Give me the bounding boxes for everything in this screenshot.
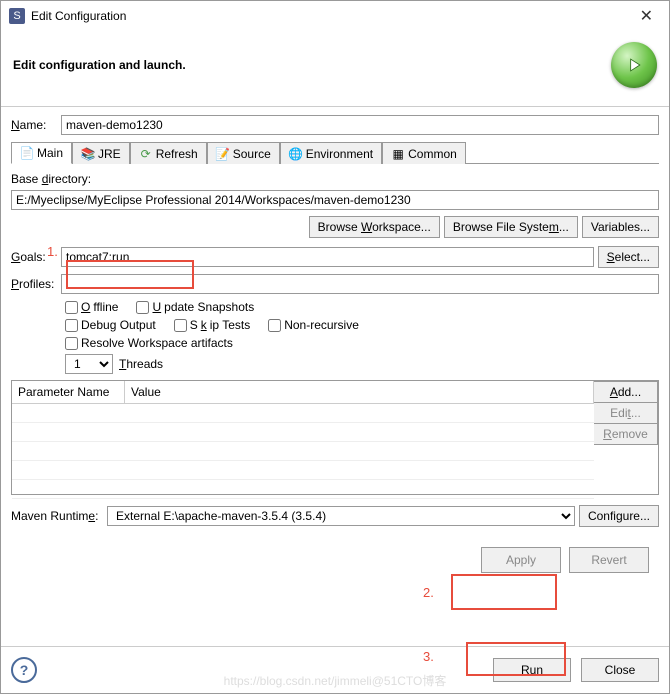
tab-main[interactable]: 📄Main [11, 142, 72, 164]
tab-environment[interactable]: 🌐Environment [280, 142, 382, 164]
tabs: 📄Main 📚JRE ⟳Refresh 📝Source 🌐Environment… [11, 141, 659, 164]
runtime-label: Maven Runtime: [11, 509, 107, 523]
jre-icon: 📚 [81, 147, 95, 161]
annotation-1: 1. [47, 244, 58, 259]
basedir-input[interactable] [11, 190, 659, 210]
refresh-icon: ⟳ [139, 147, 153, 161]
params-table: Parameter Name Value Add... Edit... Remo… [11, 380, 659, 495]
tab-refresh[interactable]: ⟳Refresh [130, 142, 207, 164]
debug-output-checkbox[interactable]: Debug Output [65, 318, 156, 332]
titlebar: S Edit Configuration ✕ [1, 1, 669, 32]
tab-common[interactable]: ▦Common [382, 142, 466, 164]
non-recursive-checkbox[interactable]: Non-recursive [268, 318, 359, 332]
skip-tests-checkbox[interactable]: Skip Tests [174, 318, 250, 332]
common-icon: ▦ [391, 147, 405, 161]
offline-checkbox[interactable]: Offline [65, 300, 118, 314]
configure-button[interactable]: Configure... [579, 505, 659, 527]
window-title: Edit Configuration [31, 9, 632, 23]
basedir-label: Base directory: [11, 172, 659, 186]
remove-param-button: Remove [594, 424, 658, 445]
close-icon[interactable]: ✕ [632, 4, 661, 28]
help-icon[interactable]: ? [11, 657, 37, 683]
threads-select[interactable]: 1 [65, 354, 113, 374]
browse-workspace-button[interactable]: Browse Workspace... [309, 216, 440, 238]
tab-jre[interactable]: 📚JRE [72, 142, 130, 164]
environment-icon: 🌐 [289, 147, 303, 161]
app-icon: S [9, 8, 25, 24]
tab-source[interactable]: 📝Source [207, 142, 280, 164]
source-icon: 📝 [216, 147, 230, 161]
col-value[interactable]: Value [125, 381, 594, 403]
profiles-input[interactable] [61, 274, 659, 294]
goals-input[interactable] [61, 247, 594, 267]
resolve-workspace-checkbox[interactable]: Resolve Workspace artifacts [65, 336, 233, 350]
runtime-select[interactable]: External E:\apache-maven-3.5.4 (3.5.4) [107, 506, 575, 526]
update-snapshots-checkbox[interactable]: Update Snapshots [136, 300, 254, 314]
header: Edit configuration and launch. [1, 32, 669, 106]
header-text: Edit configuration and launch. [13, 58, 611, 72]
threads-label: Threads [119, 357, 163, 371]
variables-button[interactable]: Variables... [582, 216, 659, 238]
add-param-button[interactable]: Add... [594, 381, 658, 403]
close-button[interactable]: Close [581, 658, 659, 682]
annotation-3: 3. [423, 649, 434, 664]
edit-param-button: Edit... [594, 403, 658, 424]
document-icon: 📄 [20, 146, 34, 160]
annotation-2: 2. [423, 585, 434, 600]
browse-filesystem-button[interactable]: Browse File System... [444, 216, 578, 238]
run-orb-icon [611, 42, 657, 88]
run-button[interactable]: Run [493, 658, 571, 682]
select-goals-button[interactable]: Select... [598, 246, 659, 268]
revert-button: Revert [569, 547, 649, 573]
profiles-label: Profiles: [11, 277, 61, 291]
apply-button: Apply [481, 547, 561, 573]
name-label: Name: [11, 118, 61, 132]
col-parameter-name[interactable]: Parameter Name [12, 381, 125, 403]
name-input[interactable] [61, 115, 659, 135]
params-tbody[interactable] [12, 404, 594, 494]
